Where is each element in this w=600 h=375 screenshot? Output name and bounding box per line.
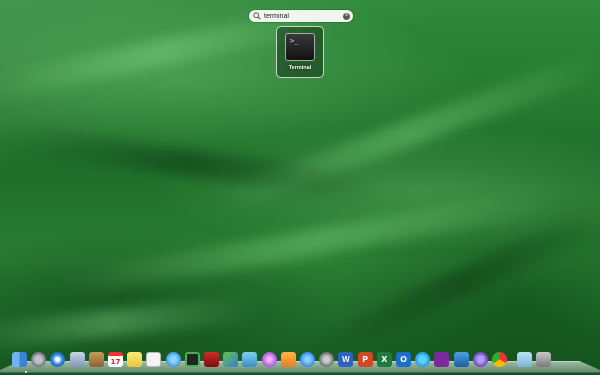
search-input[interactable] — [264, 10, 342, 22]
notes-icon[interactable] — [127, 352, 143, 367]
search-result-terminal[interactable]: >_ Terminal — [276, 26, 324, 78]
wallpaper-grass-highlight — [0, 294, 261, 352]
messages-icon[interactable] — [165, 352, 181, 367]
dock: 17 W P X O — [12, 352, 592, 370]
powerpoint-icon[interactable]: P — [357, 352, 373, 367]
app-store-icon[interactable] — [300, 352, 315, 367]
outlook-icon[interactable]: O — [396, 352, 411, 367]
search-result-label: Terminal — [288, 65, 312, 71]
terminal-icon: >_ — [285, 33, 315, 61]
skype-icon[interactable] — [415, 352, 431, 367]
photos-icon[interactable] — [223, 352, 239, 367]
finder-icon[interactable] — [12, 352, 27, 367]
search-icon — [252, 11, 262, 21]
onenote-icon[interactable] — [434, 352, 450, 367]
excel-icon[interactable]: X — [376, 352, 392, 367]
calendar-icon[interactable]: 17 — [108, 352, 123, 367]
itunes-icon[interactable] — [261, 352, 277, 367]
browser-icon[interactable] — [472, 352, 488, 367]
running-indicator — [25, 371, 27, 373]
downloads-folder-icon[interactable] — [517, 352, 533, 367]
utility-icon[interactable] — [453, 352, 469, 367]
trash-icon[interactable] — [536, 352, 552, 367]
spotlight-search-field[interactable]: × — [249, 10, 353, 22]
reminders-icon[interactable] — [146, 352, 162, 367]
clear-search-icon[interactable]: × — [343, 12, 350, 20]
facetime-icon[interactable] — [184, 352, 200, 367]
photo-booth-icon[interactable] — [204, 352, 219, 367]
ibooks-icon[interactable] — [280, 352, 296, 367]
preview-icon[interactable] — [242, 352, 258, 367]
system-preferences-icon[interactable] — [319, 352, 335, 367]
contacts-icon[interactable] — [88, 352, 104, 367]
word-icon[interactable]: W — [338, 352, 354, 367]
chrome-icon[interactable] — [492, 352, 507, 367]
mail-icon[interactable] — [69, 352, 85, 367]
terminal-prompt-glyph: >_ — [290, 37, 299, 45]
safari-icon[interactable] — [50, 352, 66, 367]
launchpad-icon[interactable] — [31, 352, 47, 367]
